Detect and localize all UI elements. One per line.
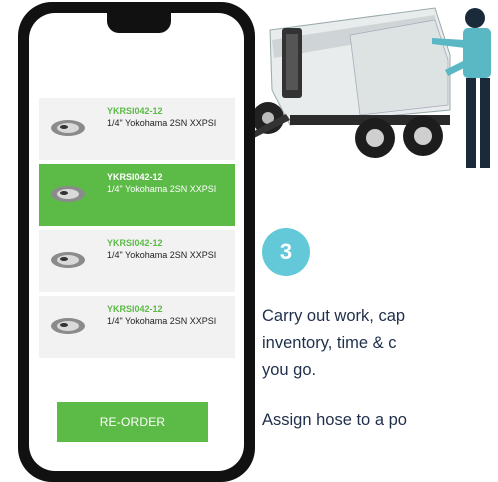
- item-code: YKRSI042-12: [107, 172, 163, 182]
- item-code: YKRSI042-12: [107, 238, 163, 248]
- reorder-button[interactable]: RE-ORDER: [57, 402, 208, 442]
- step-text-line: inventory, time & c: [262, 334, 397, 352]
- item-description: 1/4" Yokohama 2SN XXPSI: [107, 250, 217, 260]
- phone-notch: [107, 13, 171, 33]
- item-code: YKRSI042-12: [107, 304, 163, 314]
- step-text-line: Assign hose to a po: [262, 411, 407, 429]
- step-number-badge: 3: [262, 228, 310, 276]
- phone-screen: YKRSI042-12 1/4" Yokohama 2SN XXPSI YKRS…: [29, 13, 244, 471]
- item-description: 1/4" Yokohama 2SN XXPSI: [107, 316, 217, 326]
- list-item[interactable]: YKRSI042-12 1/4" Yokohama 2SN XXPSI: [39, 98, 235, 160]
- list-item[interactable]: YKRSI042-12 1/4" Yokohama 2SN XXPSI: [39, 296, 235, 358]
- hose-fitting-thumbnail-icon: [51, 252, 85, 268]
- item-description: 1/4" Yokohama 2SN XXPSI: [107, 118, 217, 128]
- hose-fitting-thumbnail-icon: [51, 318, 85, 334]
- phone-mockup: YKRSI042-12 1/4" Yokohama 2SN XXPSI YKRS…: [18, 2, 255, 482]
- list-item[interactable]: YKRSI042-12 1/4" Yokohama 2SN XXPSI: [39, 230, 235, 292]
- step-text-line: you go.: [262, 361, 317, 379]
- step-text-line: Carry out work, cap: [262, 307, 406, 325]
- item-code: YKRSI042-12: [107, 106, 163, 116]
- hose-fitting-thumbnail-icon: [51, 120, 85, 136]
- hose-fitting-thumbnail-icon: [51, 186, 85, 202]
- item-description: 1/4" Yokohama 2SN XXPSI: [107, 184, 217, 194]
- list-item-selected[interactable]: YKRSI042-12 1/4" Yokohama 2SN XXPSI: [39, 164, 235, 226]
